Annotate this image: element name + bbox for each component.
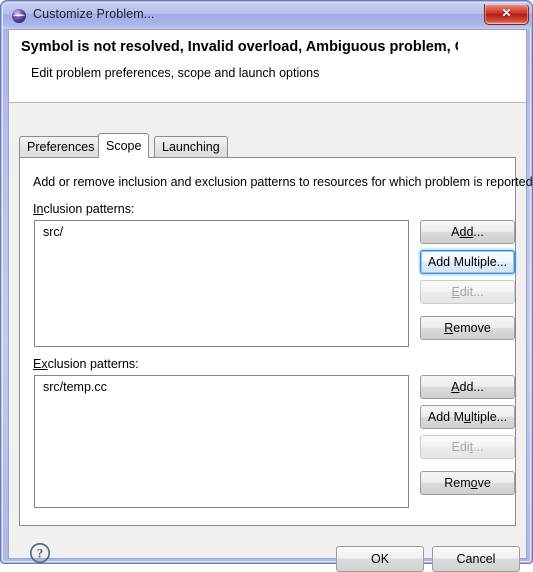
btn-text-post: ... <box>473 225 484 239</box>
dialog-window: Customize Problem... ✕ Symbol is not res… <box>0 0 533 572</box>
inclusion-remove-button[interactable]: Remove <box>420 316 515 340</box>
btn-text-pre: Add M <box>427 410 465 424</box>
window-title: Customize Problem... <box>33 7 155 21</box>
close-icon: ✕ <box>501 6 512 20</box>
header-subtitle: Edit problem preferences, scope and laun… <box>31 66 320 80</box>
list-item[interactable]: src/temp.cc <box>35 376 408 394</box>
btn-text-post: ... <box>473 440 484 454</box>
inclusion-patterns-label: Inclusion patterns: <box>33 202 134 216</box>
btn-text-post: ve <box>477 476 491 490</box>
header-title: Symbol is not resolved, Invalid overload… <box>21 39 458 55</box>
scope-tab-panel: Add or remove inclusion and exclusion pa… <box>19 157 533 526</box>
cancel-button[interactable]: Cancel <box>432 546 520 572</box>
btn-text-mnemonic: o <box>470 476 478 490</box>
exclusion-add-multiple-button[interactable]: Add Multiple... <box>420 405 515 429</box>
btn-text-mnemonic: u <box>464 410 471 424</box>
btn-text-pre: Rem <box>444 476 471 490</box>
tab-preferences[interactable]: Preferences <box>19 136 103 158</box>
scope-description: Add or remove inclusion and exclusion pa… <box>33 175 533 189</box>
svg-text:?: ? <box>37 546 44 561</box>
btn-text-pre: Edi <box>451 440 470 454</box>
inclusion-add-multiple-button[interactable]: Add Multiple... <box>420 250 515 274</box>
inclusion-label-rest: clusion patterns: <box>43 202 135 216</box>
exclusion-label-rest: clusion patterns: <box>47 357 139 371</box>
question-mark-icon[interactable]: ? <box>29 542 51 564</box>
inclusion-add-button[interactable]: Add... <box>420 220 515 244</box>
exclusion-patterns-list[interactable]: src/temp.cc <box>34 375 409 508</box>
exclusion-remove-button[interactable]: Remove <box>420 471 515 495</box>
title-bar[interactable]: Customize Problem... ✕ <box>3 3 532 29</box>
exclusion-add-button[interactable]: Add... <box>420 375 515 399</box>
btn-text-post: dit... <box>459 285 484 299</box>
exclusion-edit-button: Edit... <box>420 435 515 459</box>
btn-text-post: dd... <box>459 380 484 394</box>
btn-text-post: emove <box>453 321 491 335</box>
btn-text-mnemonic: dd <box>459 225 474 239</box>
btn-text-pre: A <box>451 225 460 239</box>
btn-text-post: ltiple... <box>470 410 508 424</box>
close-button[interactable]: ✕ <box>484 4 529 25</box>
dialog-header-banner: Symbol is not resolved, Invalid overload… <box>9 30 526 103</box>
exclusion-patterns-label: Exclusion patterns: <box>33 357 139 371</box>
inclusion-edit-button: Edit... <box>420 280 515 304</box>
list-item[interactable]: src/ <box>35 221 408 239</box>
btn-text-mnemonic: A <box>451 380 460 394</box>
eclipse-sphere-icon <box>11 8 27 24</box>
ok-button[interactable]: OK <box>336 546 424 572</box>
inclusion-patterns-list[interactable]: src/ <box>34 220 409 347</box>
tab-launching[interactable]: Launching <box>154 136 228 158</box>
btn-text-mnemonic: R <box>444 321 454 335</box>
btn-text-mnemonic: E <box>451 285 460 299</box>
dialog-client-area: Symbol is not resolved, Invalid overload… <box>8 29 533 572</box>
btn-text-pre: Add Multiple... <box>427 255 508 269</box>
tab-scope[interactable]: Scope <box>98 133 150 158</box>
